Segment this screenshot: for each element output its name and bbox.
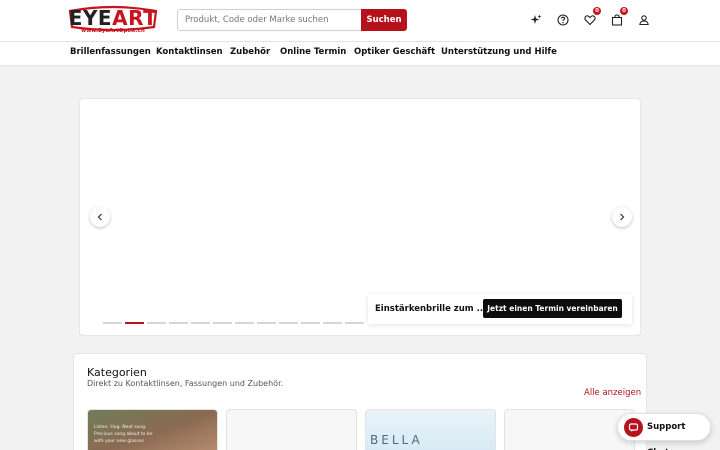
slider-dot[interactable] bbox=[213, 322, 232, 324]
category-card[interactable] bbox=[226, 409, 357, 450]
nav-item-kontaktlinsen[interactable]: Kontaktlinsen bbox=[156, 42, 223, 65]
nav-item-online-termin[interactable]: Online Termin bbox=[280, 42, 346, 65]
promo-title: Einstärkenbrille zum ... bbox=[375, 304, 487, 314]
caption-line: Listen. Hug. Next song. bbox=[94, 425, 147, 430]
nav-item-unterstuetzung[interactable]: Unterstützung und Hilfe bbox=[441, 42, 557, 65]
slider-dot[interactable] bbox=[279, 322, 298, 324]
main-navigation: Brillenfassungen Kontaktlinsen Zubehör O… bbox=[0, 42, 720, 66]
slider-prev-button[interactable] bbox=[90, 207, 110, 227]
chevron-right-icon bbox=[620, 213, 625, 221]
slider-dot[interactable] bbox=[345, 322, 364, 324]
wishlist-heart-icon[interactable]: 0 bbox=[582, 7, 601, 28]
book-appointment-button[interactable]: Jetzt einen Termin vereinbaren bbox=[483, 299, 622, 318]
user-account-icon[interactable] bbox=[636, 12, 652, 28]
search-input[interactable] bbox=[177, 9, 362, 31]
logo-url: www.EyeArtOptik.ch bbox=[81, 28, 145, 34]
chevron-left-icon bbox=[97, 213, 102, 221]
slider-dot[interactable] bbox=[103, 322, 122, 324]
logo-eye-text: EYE bbox=[68, 6, 113, 30]
slider-dot[interactable] bbox=[169, 322, 188, 324]
support-chat-label: Support Chat bbox=[647, 422, 686, 450]
slider-dot[interactable] bbox=[147, 322, 166, 324]
hero-promo-bar: Einstärkenbrille zum ... Jetzt einen Ter… bbox=[368, 294, 632, 324]
slider-next-button[interactable] bbox=[612, 207, 632, 227]
chat-bubble-icon bbox=[624, 418, 643, 437]
eyeart-logo[interactable]: EYEART www.EyeArtOptik.ch bbox=[66, 5, 160, 37]
site-header: EYEART www.EyeArtOptik.ch Suchen 0 0 bbox=[0, 0, 720, 42]
nav-item-optiker-geschaeft[interactable]: Optiker Geschäft bbox=[354, 42, 435, 65]
category-card[interactable] bbox=[504, 409, 635, 450]
category-card-caption: Listen. Hug. Next song. Precious song ab… bbox=[94, 424, 152, 445]
sparkle-icon[interactable] bbox=[528, 12, 544, 28]
slider-dot-active[interactable] bbox=[125, 322, 144, 324]
categories-title: Kategorien bbox=[87, 366, 147, 379]
nav-item-zubehoer[interactable]: Zubehör bbox=[230, 42, 270, 65]
slider-dot[interactable] bbox=[257, 322, 276, 324]
hero-slider: Einstärkenbrille zum ... Jetzt einen Ter… bbox=[79, 98, 641, 336]
categories-subtitle: Direkt zu Kontaktlinsen, Fassungen und Z… bbox=[87, 379, 284, 388]
categories-section: Kategorien Direkt zu Kontaktlinsen, Fass… bbox=[73, 353, 647, 450]
search-button[interactable]: Suchen bbox=[361, 9, 407, 31]
wishlist-count-badge: 0 bbox=[593, 7, 601, 15]
caption-line: Precious song about to be bbox=[94, 432, 153, 437]
help-icon[interactable] bbox=[555, 12, 571, 28]
show-all-link[interactable]: Alle anzeigen bbox=[584, 388, 641, 398]
logo-art-text: ART bbox=[112, 6, 158, 30]
cart-count-badge: 0 bbox=[620, 7, 628, 15]
category-card-brand: BELLA bbox=[370, 433, 423, 447]
slider-dot[interactable] bbox=[191, 322, 210, 324]
caption-line: with your new glasses bbox=[94, 439, 144, 444]
slider-dot[interactable] bbox=[323, 322, 342, 324]
nav-item-brillenfassungen[interactable]: Brillenfassungen bbox=[70, 42, 151, 65]
slider-dot[interactable] bbox=[301, 322, 320, 324]
cart-bag-icon[interactable]: 0 bbox=[609, 7, 628, 28]
slider-dot[interactable] bbox=[235, 322, 254, 324]
support-chat-button[interactable]: Support Chat bbox=[617, 413, 711, 450]
category-card[interactable]: Listen. Hug. Next song. Precious song ab… bbox=[87, 409, 218, 450]
category-card[interactable]: BELLA bbox=[365, 409, 496, 450]
